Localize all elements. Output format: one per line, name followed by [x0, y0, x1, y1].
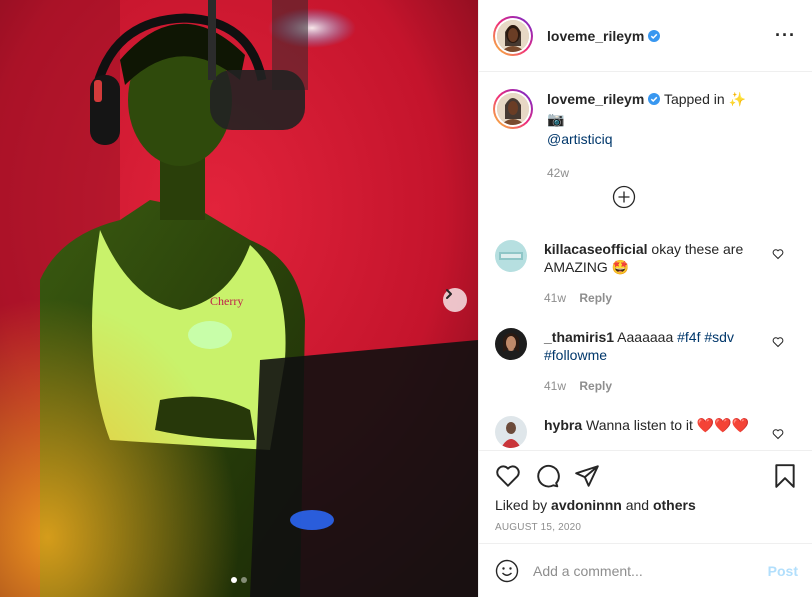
caption-avatar[interactable] [493, 89, 533, 129]
caption-username[interactable]: loveme_rileym [547, 91, 644, 107]
post-comment-button[interactable]: Post [768, 563, 798, 579]
liked-by-user[interactable]: avdoninnn [551, 497, 622, 513]
add-comment-bar: Post [479, 543, 812, 597]
next-arrow-icon [446, 289, 452, 299]
photo-artwork: Cherry [0, 0, 478, 597]
like-comment-icon[interactable] [772, 336, 784, 348]
comment-text: Aaaaaaa [617, 329, 674, 345]
more-options-icon[interactable]: ··· [775, 25, 796, 46]
post-caption: loveme_rileym Tapped in ✨ 📷 @artisticiq … [479, 73, 812, 183]
reply-button[interactable]: Reply [579, 379, 612, 393]
comment-input[interactable] [533, 562, 768, 579]
next-photo-button[interactable] [443, 288, 467, 312]
load-more-icon[interactable] [612, 185, 636, 209]
author-username[interactable]: loveme_rileym [547, 28, 661, 44]
comment-timestamp: 41w [544, 379, 567, 393]
comment-username[interactable]: hybra [544, 417, 582, 433]
like-comment-icon[interactable] [772, 248, 784, 260]
post-date: AUGUST 15, 2020 [495, 522, 582, 533]
caption-timestamp: 42w [547, 166, 570, 180]
reply-button[interactable]: Reply [579, 291, 612, 305]
carousel-indicator [231, 577, 247, 583]
post-actions: Liked by avdoninnn and others AUGUST 15,… [479, 450, 812, 543]
post-modal: Cherry [0, 0, 812, 597]
share-icon[interactable] [574, 463, 600, 489]
comment-avatar[interactable] [495, 328, 527, 360]
comment-item: killacaseofficial okay these are AMAZING… [495, 240, 796, 307]
post-header: loveme_rileym ··· [479, 0, 812, 72]
carousel-dot [241, 577, 247, 583]
author-avatar[interactable] [493, 15, 533, 56]
comments-list: loveme_rileym Tapped in ✨ 📷 @artisticiq … [479, 73, 812, 450]
liked-by-others[interactable]: others [653, 497, 696, 513]
comment-avatar[interactable] [495, 240, 527, 272]
post-photo: Cherry [0, 0, 478, 597]
comment-icon[interactable] [534, 463, 560, 489]
verified-icon [648, 93, 661, 105]
comment-text: Wanna listen to it ❤️❤️❤️ [586, 417, 750, 433]
carousel-dot [231, 577, 237, 583]
verified-icon [648, 29, 661, 42]
comment-username[interactable]: _thamiris1 [544, 329, 614, 345]
like-comment-icon[interactable] [772, 428, 784, 440]
comment-timestamp: 41w [544, 291, 567, 305]
heart-icon[interactable] [495, 463, 521, 489]
comment-item: hybra Wanna listen to it ❤️❤️❤️ [495, 416, 796, 448]
post-sidebar: loveme_rileym ··· loveme_rileym Tapped i… [478, 0, 812, 597]
emoji-icon[interactable] [495, 559, 519, 583]
save-icon[interactable] [772, 463, 798, 489]
comment-item: _thamiris1 Aaaaaaa #f4f #sdv #followme 4… [495, 328, 796, 395]
caption-mention[interactable]: @artisticiq [547, 131, 613, 147]
comment-avatar[interactable] [495, 416, 527, 448]
likes-summary: Liked by avdoninnn and others [495, 497, 696, 513]
comment-username[interactable]: killacaseofficial [544, 241, 648, 257]
